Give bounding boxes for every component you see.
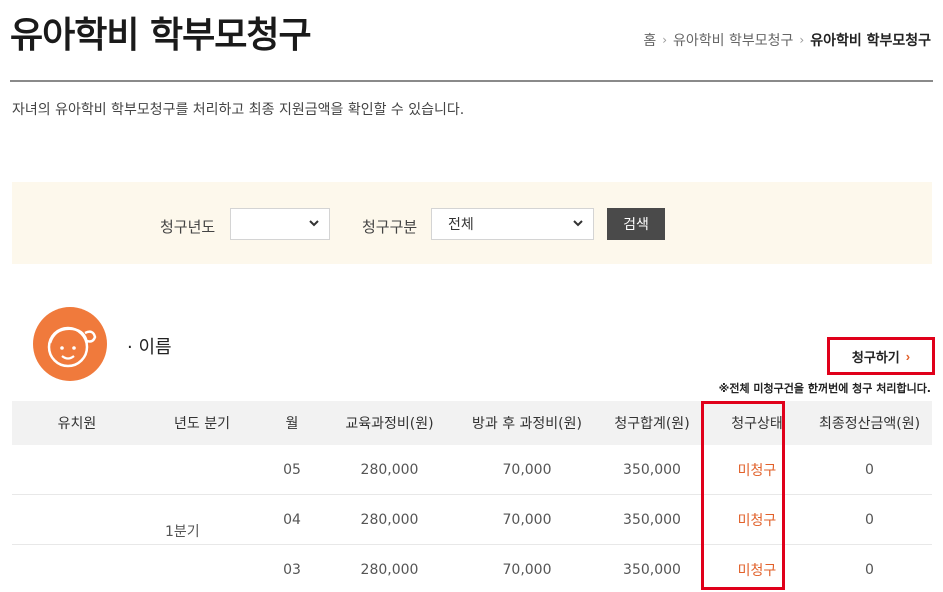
status-cell: 미청구	[737, 512, 777, 529]
chevron-right-icon: ›	[905, 348, 911, 364]
status-cell: 미청구	[737, 562, 777, 579]
header-kindergarten: 유치원	[57, 416, 97, 432]
month-cell: 04	[283, 511, 301, 528]
edu-cost-cell: 280,000	[360, 461, 419, 478]
title-divider	[10, 80, 933, 82]
table-row: 04 280,000 70,000 350,000 미청구 0	[12, 495, 932, 545]
claim-button-label: 청구하기	[851, 349, 900, 365]
page-title: 유아학비 학부모청구	[10, 15, 312, 56]
child-face-icon	[47, 326, 97, 368]
claim-button[interactable]: 청구하기 ›	[827, 337, 935, 375]
header-after-cost: 방과 후 과정비(원)	[472, 416, 582, 432]
chevron-right-icon: ›	[662, 33, 668, 47]
year-label: 청구년도	[160, 218, 216, 236]
status-cell: 미청구	[737, 462, 777, 479]
final-cell: 0	[865, 461, 874, 478]
table-row: 03 280,000 70,000 350,000 미청구 0	[12, 545, 932, 592]
chevron-down-icon	[573, 220, 583, 227]
header-month: 월	[285, 416, 299, 432]
edu-cost-cell: 280,000	[360, 561, 419, 578]
header-status: 청구상태	[731, 416, 783, 432]
breadcrumb: 홈 › 유아학비 학부모청구 › 유아학비 학부모청구	[643, 30, 931, 50]
header-year-quarter: 년도 분기	[174, 416, 230, 432]
after-cost-cell: 70,000	[502, 511, 552, 528]
after-cost-cell: 70,000	[502, 461, 552, 478]
month-cell: 03	[283, 561, 301, 578]
month-cell: 05	[283, 461, 301, 478]
header-edu-cost: 교육과정비(원)	[345, 416, 434, 432]
table-row: 05 280,000 70,000 350,000 미청구 0	[12, 445, 932, 495]
claim-note: ※전체 미청구건을 한꺼번에 청구 처리합니다.	[718, 382, 931, 395]
type-label: 청구구분	[362, 218, 418, 236]
breadcrumb-home[interactable]: 홈	[643, 30, 656, 50]
breadcrumb-parent[interactable]: 유아학비 학부모청구	[673, 30, 793, 50]
final-cell: 0	[865, 511, 874, 528]
total-cell: 350,000	[623, 511, 681, 528]
table-header: 유치원 년도 분기 월 교육과정비(원) 방과 후 과정비(원) 청구합계(원)…	[12, 401, 932, 445]
chevron-down-icon	[309, 220, 319, 227]
final-cell: 0	[865, 561, 874, 578]
child-name-label: · 이름	[127, 337, 172, 358]
page-description: 자녀의 유아학비 학부모청구를 처리하고 최종 지원금액을 확인할 수 있습니다…	[12, 102, 465, 118]
type-select-value: 전체	[448, 217, 474, 233]
search-panel: 청구년도 청구구분 전체 검색	[12, 182, 932, 264]
year-select[interactable]	[230, 208, 330, 240]
quarter-cell: 1분기	[165, 524, 200, 540]
header-total: 청구합계(원)	[614, 416, 690, 432]
after-cost-cell: 70,000	[502, 561, 552, 578]
search-button[interactable]: 검색	[607, 208, 665, 240]
type-select[interactable]: 전체	[431, 208, 594, 240]
breadcrumb-current: 유아학비 학부모청구	[810, 33, 931, 49]
claim-table: 유치원 년도 분기 월 교육과정비(원) 방과 후 과정비(원) 청구합계(원)…	[12, 401, 932, 592]
header-final: 최종정산금액(원)	[818, 416, 921, 432]
edu-cost-cell: 280,000	[360, 511, 419, 528]
total-cell: 350,000	[623, 561, 681, 578]
total-cell: 350,000	[623, 461, 681, 478]
avatar	[33, 307, 107, 381]
chevron-right-icon: ›	[799, 33, 805, 47]
